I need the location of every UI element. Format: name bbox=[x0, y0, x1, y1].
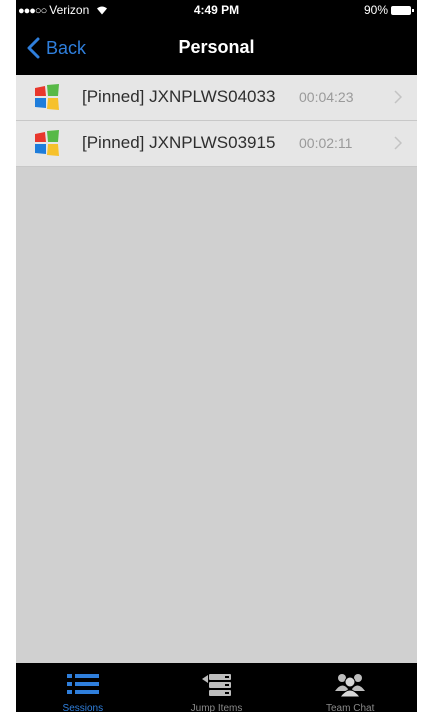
battery-icon bbox=[391, 6, 414, 15]
status-bar: ●●●○○ Verizon 4:49 PM 90% bbox=[16, 0, 417, 21]
team-icon bbox=[335, 674, 366, 698]
session-name: [Pinned] JXNPLWS04033 bbox=[82, 87, 276, 106]
chevron-right-icon bbox=[394, 136, 402, 150]
tab-sessions[interactable]: Sessions bbox=[16, 663, 150, 712]
windows-logo-icon bbox=[35, 84, 59, 110]
session-row[interactable]: [Pinned] JXNPLWS03915 00:02:11 bbox=[16, 121, 417, 167]
jump-items-icon bbox=[201, 674, 231, 696]
tab-bar: Sessions Jump Items Team Chat bbox=[16, 663, 417, 712]
session-list: [Pinned] JXNPLWS04033 00:04:23 [Pinned] … bbox=[16, 75, 417, 167]
status-time: 4:49 PM bbox=[193, 3, 240, 17]
windows-logo-icon bbox=[35, 130, 59, 156]
tab-label: Sessions bbox=[62, 703, 104, 712]
session-duration: 00:04:23 bbox=[299, 89, 354, 105]
navigation-bar: Back Personal bbox=[16, 21, 417, 75]
session-name: [Pinned] JXNPLWS03915 bbox=[82, 133, 276, 152]
tab-label: Team Chat bbox=[326, 703, 375, 712]
tab-jump-items[interactable]: Jump Items bbox=[150, 663, 284, 712]
list-icon bbox=[66, 674, 99, 694]
page-title: Personal bbox=[178, 37, 255, 57]
phone-screen: ●●●○○Verizon 4:49 PM 90% Back Personal bbox=[16, 0, 417, 712]
tab-team-chat[interactable]: Team Chat bbox=[283, 663, 417, 712]
battery-percent: 90% bbox=[363, 3, 388, 17]
session-row[interactable]: [Pinned] JXNPLWS04033 00:04:23 bbox=[16, 75, 417, 121]
tab-label: Jump Items bbox=[190, 703, 243, 712]
battery-status: 90% bbox=[363, 3, 414, 17]
session-duration: 00:02:11 bbox=[299, 135, 353, 151]
chevron-right-icon bbox=[394, 90, 402, 104]
